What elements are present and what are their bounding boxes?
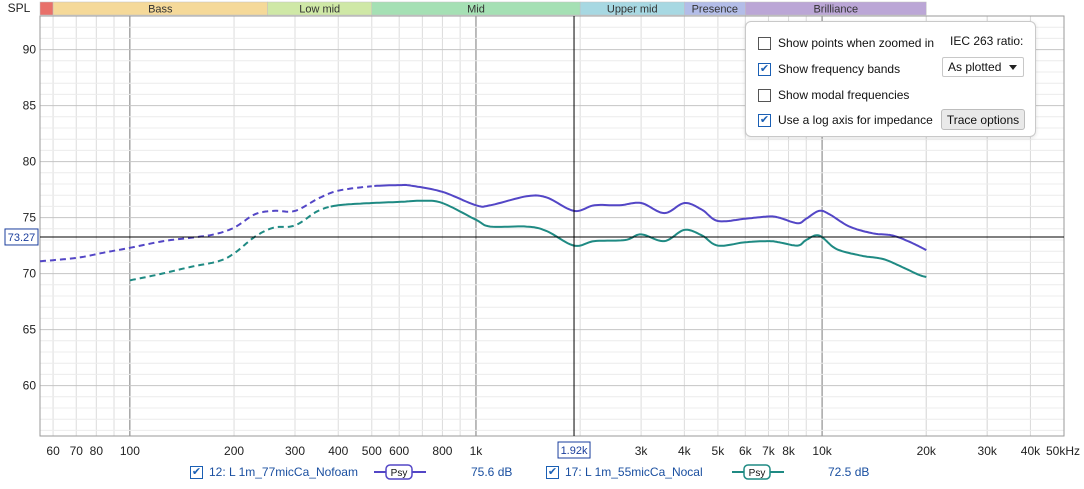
x-tick-label: 800 (432, 444, 452, 458)
x-tick-label: 8k (782, 444, 796, 458)
iec-ratio-value: As plotted (948, 60, 1002, 74)
trace-options-button[interactable]: Trace options (941, 109, 1025, 130)
band-label-5: Presence (692, 4, 738, 16)
show-points-checkbox[interactable] (758, 36, 771, 50)
trace-2-style-badge[interactable]: Psy (730, 462, 786, 482)
x-tick-label: 300 (285, 444, 305, 458)
x-tick-label: 200 (224, 444, 244, 458)
x-tick-label: 40k (1021, 444, 1041, 458)
y-tick-label: 65 (23, 323, 37, 337)
trace-2-value: 72.5 dB (828, 465, 870, 479)
band-label-3: Mid (467, 4, 485, 16)
trace-1-value: 75.6 dB (471, 465, 513, 479)
x-tick-label: 600 (389, 444, 409, 458)
legend-item-2[interactable]: ✔ 17: L 1m_55micCa_Nocal (546, 462, 703, 482)
x-tick-label: 10k (812, 444, 832, 458)
show-modal-frequencies-option[interactable]: Show modal frequencies (758, 86, 909, 104)
band-0 (39, 1, 54, 16)
iec-ratio-select[interactable]: As plotted (942, 57, 1024, 77)
x-tick-label: 20k (917, 444, 937, 458)
trace-2-checkbox[interactable]: ✔ (546, 465, 559, 479)
log-impedance-option[interactable]: ✔ Use a log axis for impedance (758, 111, 933, 129)
trace-2-line (330, 199, 927, 278)
y-tick-label: 75 (23, 211, 37, 225)
trace-1-style-badge[interactable]: Psy (372, 462, 428, 482)
band-label-4: Upper mid (607, 4, 658, 16)
x-tick-label: 7k (762, 444, 776, 458)
x-tick-label: 70 (70, 444, 84, 458)
show-frequency-bands-option[interactable]: ✔ Show frequency bands (758, 60, 900, 78)
show-points-label: Show points when zoomed in (778, 36, 935, 50)
y-tick-label: 70 (23, 267, 37, 281)
trace-1-badge-text: Psy (391, 468, 408, 479)
trace-1-checkbox[interactable]: ✔ (190, 465, 203, 479)
show-frequency-bands-label: Show frequency bands (778, 62, 901, 76)
y-axis-label: SPL (8, 1, 31, 15)
x-tick-label: 100 (120, 444, 140, 458)
x-tick-label: 50kHz (1046, 444, 1080, 458)
x-tick-label: 6k (739, 444, 753, 458)
show-modal-frequencies-label: Show modal frequencies (778, 88, 910, 102)
y-tick-label: 90 (23, 43, 37, 57)
show-modal-frequencies-checkbox[interactable] (758, 88, 771, 102)
log-impedance-checkbox[interactable]: ✔ (758, 113, 771, 127)
trace-1-dashed (39, 185, 372, 263)
x-tick-label: 500 (362, 444, 382, 458)
x-tick-label: 3k (635, 444, 649, 458)
trace-2-badge-text: Psy (749, 468, 766, 479)
show-frequency-bands-checkbox[interactable]: ✔ (758, 62, 771, 76)
log-impedance-label: Use a log axis for impedance (778, 113, 933, 127)
y-tick-label: 60 (23, 379, 37, 393)
iec-ratio-label: IEC 263 ratio: (950, 34, 1024, 48)
band-label-2: Low mid (299, 4, 340, 16)
cursor-x-readout: 1.92k (561, 445, 588, 457)
x-tick-label: 60 (46, 444, 60, 458)
trace-2-name[interactable]: 17: L 1m_55micCa_Nocal (565, 465, 703, 479)
y-tick-label: 85 (23, 99, 37, 113)
legend-item-1[interactable]: ✔ 12: L 1m_77micCa_Nofoam (190, 462, 358, 482)
x-tick-label: 30k (978, 444, 998, 458)
graph-options-panel: Show points when zoomed in ✔ Show freque… (745, 21, 1036, 137)
show-points-option[interactable]: Show points when zoomed in (758, 34, 934, 52)
band-label-1: Bass (148, 4, 173, 16)
chevron-down-icon (1009, 65, 1017, 70)
band-label-6: Brilliance (813, 4, 858, 16)
trace-1-name[interactable]: 12: L 1m_77micCa_Nofoam (209, 465, 358, 479)
x-tick-label: 4k (678, 444, 692, 458)
x-tick-label: 5k (712, 444, 726, 458)
y-tick-label: 80 (23, 155, 37, 169)
x-tick-label: 80 (90, 444, 104, 458)
x-tick-label: 400 (328, 444, 348, 458)
trace-options-label: Trace options (946, 112, 1020, 127)
x-tick-label: 1k (470, 444, 484, 458)
cursor-y-readout: 73.27 (8, 232, 36, 244)
